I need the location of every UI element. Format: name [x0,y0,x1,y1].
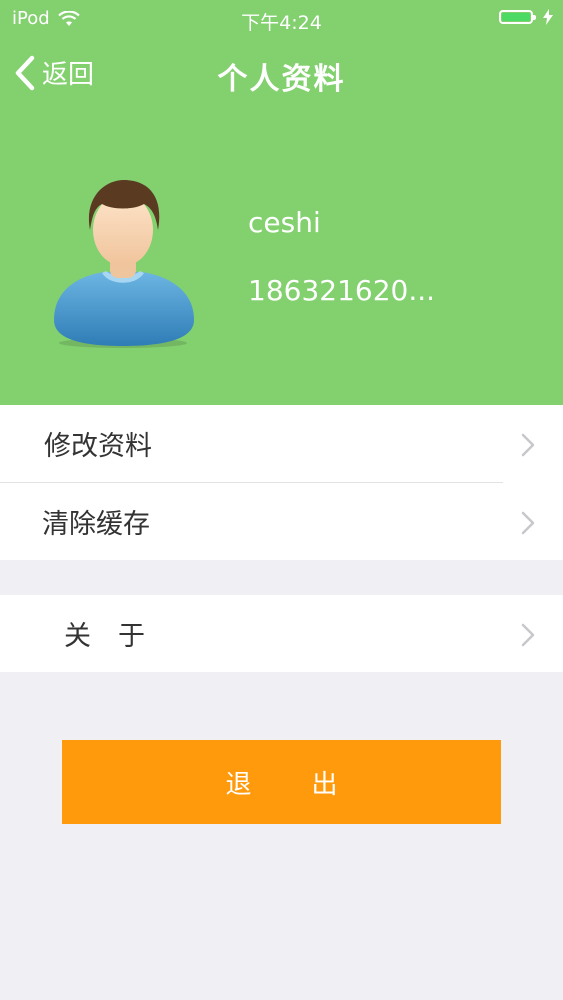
clear-cache-row[interactable]: 清除缓存 [0,483,563,560]
status-time: 下午4:24 [241,12,322,34]
user-phone: 186321620... [248,274,436,307]
status-right [499,9,553,25]
menu-group-about: 关 于 [0,595,563,672]
status-bar: iPod 下午4:24 [0,0,563,36]
logout-label: 退出 [225,768,398,799]
chevron-right-icon [521,511,535,535]
edit-profile-label: 修改资料 [44,431,152,462]
logout-button[interactable]: 退出 [62,740,501,824]
chevron-right-icon [521,433,535,457]
bolt-icon [543,9,553,25]
battery-fill [502,13,530,21]
menu-group-profile: 修改资料 清除缓存 [0,405,563,560]
chevron-right-icon [521,623,535,647]
battery-icon [499,10,536,24]
nav-bar: 返回 个人资料 [0,36,563,112]
clear-cache-label: 清除缓存 [42,509,150,540]
user-avatar-icon[interactable] [48,178,198,350]
profile-header: iPod 下午4:24 返回 个人资料 ceshi 186321620... [0,0,563,405]
user-name: ceshi [248,206,321,239]
about-label: 关 于 [64,621,145,652]
edit-profile-row[interactable]: 修改资料 [0,405,563,482]
about-row[interactable]: 关 于 [0,595,563,672]
page-title: 个人资料 [217,62,346,97]
